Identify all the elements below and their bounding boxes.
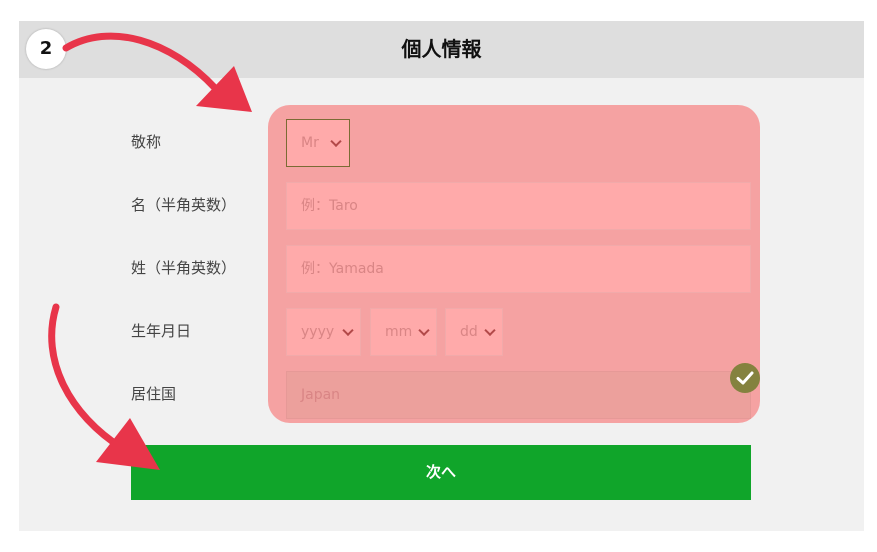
annotation-arrows — [48, 32, 252, 470]
left-arrow-icon — [48, 303, 160, 470]
top-arrow-icon — [62, 32, 252, 112]
